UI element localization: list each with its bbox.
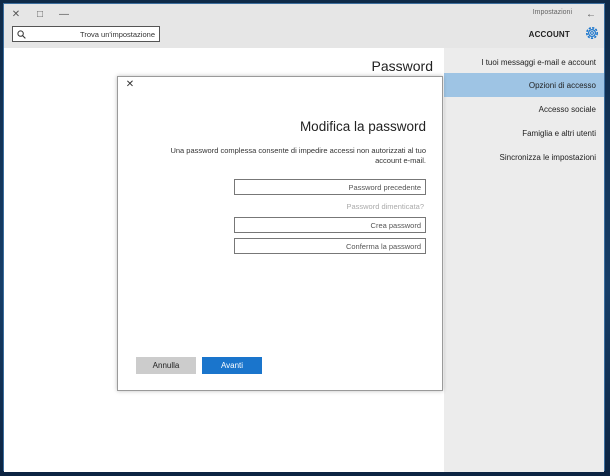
next-button[interactable]: Avanti bbox=[202, 357, 262, 374]
sidebar-item-sign-in-options[interactable]: Opzioni di accesso bbox=[444, 73, 604, 97]
sidebar-item-work-access[interactable]: Accesso sociale bbox=[444, 97, 604, 121]
minimize-window-button[interactable]: — bbox=[52, 4, 76, 24]
search-input[interactable]: Trova un'impostazione bbox=[12, 26, 160, 42]
maximize-window-button[interactable]: □ bbox=[28, 4, 52, 24]
title-bar: ✕ □ — Impostazioni ← bbox=[4, 4, 604, 24]
sidebar-item-label: Accesso sociale bbox=[538, 104, 596, 114]
sidebar-item-family[interactable]: Famiglia e altri utenti bbox=[444, 121, 604, 145]
search-icon bbox=[17, 30, 26, 39]
gear-icon bbox=[586, 27, 598, 39]
sidebar-item-sync[interactable]: Sincronizza le impostazioni bbox=[444, 145, 604, 169]
current-password-placeholder: Password precedente bbox=[348, 182, 421, 192]
cancel-button[interactable]: Annulla bbox=[136, 357, 196, 374]
dialog-title: Modifica la password bbox=[299, 119, 426, 134]
sidebar-item-email-accounts[interactable]: I tuoi messaggi e-mail e account bbox=[444, 50, 604, 74]
back-arrow-icon: ← bbox=[586, 8, 596, 20]
new-password-placeholder: Crea password bbox=[370, 220, 421, 230]
window-title: Impostazioni bbox=[532, 9, 572, 16]
close-window-button[interactable]: ✕ bbox=[4, 4, 28, 24]
sidebar-item-label: I tuoi messaggi e-mail e account bbox=[481, 57, 596, 67]
page-title: Password bbox=[371, 58, 433, 74]
search-placeholder: Trova un'impostazione bbox=[80, 29, 155, 39]
forgot-password-link[interactable]: Password dimenticata? bbox=[346, 202, 424, 211]
sidebar: I tuoi messaggi e-mail e account Opzioni… bbox=[444, 48, 604, 472]
minimize-icon: — bbox=[59, 8, 69, 20]
section-title: ACCOUNT bbox=[528, 30, 570, 39]
maximize-icon: □ bbox=[36, 8, 44, 20]
current-password-field[interactable]: Password precedente bbox=[234, 179, 426, 195]
change-password-dialog: ✕ Modifica la password Una password comp… bbox=[117, 76, 443, 391]
close-icon: ✕ bbox=[11, 8, 21, 20]
settings-header: Trova un'impostazione ACCOUNT bbox=[4, 24, 604, 48]
dialog-description: Una password complessa consente di imped… bbox=[170, 146, 426, 165]
confirm-password-placeholder: Conferma la password bbox=[345, 241, 421, 251]
sidebar-item-label: Sincronizza le impostazioni bbox=[499, 152, 597, 162]
confirm-password-field[interactable]: Conferma la password bbox=[234, 238, 426, 254]
new-password-field[interactable]: Crea password bbox=[234, 217, 426, 233]
sidebar-item-label: Opzioni di accesso bbox=[528, 80, 596, 90]
back-button[interactable]: ← bbox=[582, 6, 600, 22]
close-icon: ✕ bbox=[125, 79, 135, 90]
dialog-close-button[interactable]: ✕ bbox=[124, 79, 136, 91]
sidebar-item-label: Famiglia e altri utenti bbox=[522, 128, 596, 138]
